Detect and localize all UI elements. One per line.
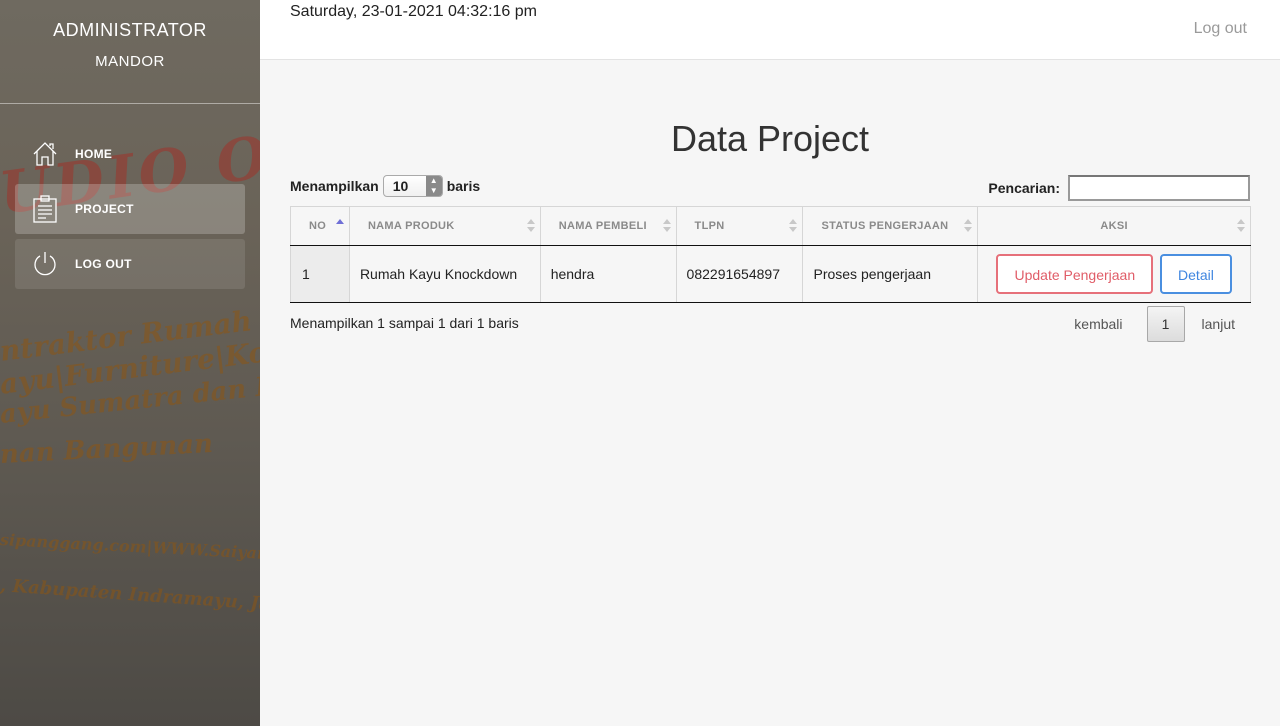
cell-status: Proses pengerjaan (802, 245, 978, 303)
current-datetime: Saturday, 23-01-2021 04:32:16 pm (290, 3, 537, 20)
sort-icon (662, 219, 671, 233)
column-header-nama-pembeli[interactable]: NAMA PEMBELI (539, 206, 677, 246)
length-suffix: baris (446, 178, 481, 194)
sidebar-item-label: HOME (75, 147, 113, 161)
sort-icon (526, 219, 535, 233)
page-length-select[interactable]: 10 ▲ ▼ (382, 175, 443, 197)
sidebar: UDIO OPTI ntraktor Rumah Ka ayu|Furnitur… (0, 0, 260, 726)
detail-button[interactable]: Detail (1160, 254, 1232, 294)
cell-no: 1 (290, 245, 350, 303)
cell-nama-pembeli: hendra (539, 245, 677, 303)
sidebar-item-project[interactable]: PROJECT (15, 184, 245, 234)
search-label: Pencarian: (988, 180, 1060, 196)
power-icon (30, 249, 60, 279)
chevron-updown-icon: ▲ ▼ (425, 176, 442, 196)
sidebar-item-logout[interactable]: LOG OUT (15, 239, 245, 289)
watermark-text: nan Bangunan (0, 428, 214, 470)
table-info: Menampilkan 1 sampai 1 dari 1 baris (290, 315, 519, 331)
sort-asc-icon (335, 219, 344, 233)
pagination: kembali 1 lanjut (1074, 306, 1235, 342)
column-header-nama-produk[interactable]: NAMA PRODUK (348, 206, 541, 246)
page-length-control: Menampilkan 10 ▲ ▼ baris (290, 175, 480, 197)
sort-icon (789, 219, 798, 233)
username: MANDOR (95, 53, 165, 70)
page-title: Data Project (670, 118, 870, 159)
update-pengerjaan-button[interactable]: Update Pengerjaan (996, 254, 1154, 294)
user-role: ADMINISTRATOR (53, 20, 207, 40)
logout-link[interactable]: Log out (1194, 20, 1247, 38)
watermark-text: sipanggang.com|WWW.Saiyan-Kontr (0, 530, 260, 567)
sidebar-item-label: LOG OUT (75, 257, 132, 271)
column-header-tlpn[interactable]: TLPN (675, 206, 803, 246)
search-input[interactable] (1068, 175, 1250, 201)
home-icon (30, 139, 60, 169)
sort-icon (964, 219, 973, 233)
cell-tlpn: 082291654897 (675, 245, 803, 303)
watermark-text: , Kabupaten Indramayu, Jawa Barat (0, 575, 260, 621)
cell-nama-produk: Rumah Kayu Knockdown (348, 245, 541, 303)
sort-icon (1237, 219, 1245, 233)
column-header-aksi[interactable]: AKSI (977, 206, 1251, 246)
pagination-prev[interactable]: kembali (1074, 316, 1122, 332)
pagination-next[interactable]: lanjut (1202, 316, 1235, 332)
pagination-page-current[interactable]: 1 (1146, 306, 1185, 342)
clipboard-icon (30, 194, 60, 224)
cell-aksi: Update Pengerjaan Detail (977, 245, 1251, 303)
top-bar: Saturday, 23-01-2021 04:32:16 pm Log out (260, 0, 1280, 60)
column-header-status[interactable]: STATUS PENGERJAAN (802, 206, 978, 246)
length-label: Menampilkan (290, 178, 379, 194)
table-header-row: NO NAMA PRODUK NAMA PEMBELI TLPN STATUS … (290, 206, 1251, 246)
sidebar-item-label: PROJECT (75, 202, 134, 216)
column-header-no[interactable]: NO (290, 206, 350, 246)
sidebar-profile: ADMINISTRATOR MANDOR (0, 0, 260, 104)
sidebar-item-home[interactable]: HOME (15, 129, 245, 179)
search-control: Pencarian: (988, 175, 1250, 201)
page-length-value: 10 (392, 178, 409, 194)
project-table: NO NAMA PRODUK NAMA PEMBELI TLPN STATUS … (290, 206, 1251, 303)
table-row: 1 Rumah Kayu Knockdown hendra 0822916548… (290, 245, 1251, 303)
